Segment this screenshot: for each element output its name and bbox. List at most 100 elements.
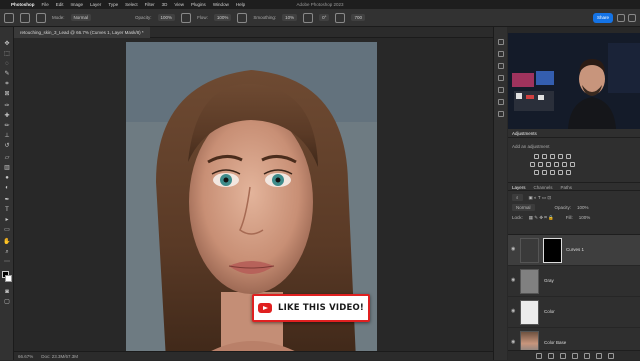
- frame-tool-icon[interactable]: ⊠: [3, 91, 11, 98]
- menu-3d[interactable]: 3D: [162, 0, 168, 9]
- gradient-tool-icon[interactable]: ▥: [3, 165, 11, 172]
- channel-mixer-icon[interactable]: [562, 162, 567, 167]
- pressure-size-icon[interactable]: [335, 12, 346, 23]
- smoothing-field[interactable]: 10%: [282, 14, 298, 21]
- lock-icons[interactable]: ▦ ✎ ✥ ⌗ 🔒: [529, 215, 554, 221]
- clone-stamp-tool-icon[interactable]: ⊥: [3, 133, 11, 140]
- pressure-opacity-icon[interactable]: [181, 12, 192, 23]
- menu-plugins[interactable]: Plugins: [191, 0, 206, 9]
- menu-edit[interactable]: Edit: [56, 0, 64, 9]
- lasso-tool-icon[interactable]: ◌: [3, 61, 11, 68]
- vibrance-icon[interactable]: [566, 154, 571, 159]
- share-button[interactable]: Share: [593, 13, 613, 23]
- healing-brush-tool-icon[interactable]: ✚: [3, 113, 11, 120]
- mode-select[interactable]: Normal: [70, 14, 92, 21]
- invert-icon[interactable]: [534, 170, 539, 175]
- new-adjustment-icon[interactable]: [572, 353, 578, 359]
- layer-kind-filter[interactable]: ⌕: [512, 194, 523, 201]
- crop-tool-icon[interactable]: ⌗: [3, 81, 11, 88]
- tab-layers[interactable]: Layers: [512, 183, 526, 190]
- add-mask-icon[interactable]: [560, 353, 566, 359]
- document-tab[interactable]: retouching_skin_3_Lead @ 66.7% (Curves 1…: [14, 27, 150, 38]
- size-field[interactable]: 700: [351, 14, 365, 21]
- layer-row-curves[interactable]: ◉ Curves 1: [508, 235, 640, 266]
- color-lookup-icon[interactable]: [570, 162, 575, 167]
- brush-tool-icon-left[interactable]: ✏: [3, 123, 11, 130]
- paragraph-panel-icon[interactable]: [498, 111, 504, 117]
- selective-color-icon[interactable]: [566, 170, 571, 175]
- brush-preset-icon[interactable]: [36, 12, 46, 23]
- quick-select-tool-icon[interactable]: ✎: [3, 71, 11, 78]
- curves-icon[interactable]: [550, 154, 555, 159]
- threshold-icon[interactable]: [550, 170, 555, 175]
- swatches-panel-icon[interactable]: [498, 75, 504, 81]
- dodge-tool-icon[interactable]: ◐: [3, 185, 11, 192]
- history-panel-icon[interactable]: [498, 39, 504, 45]
- layer-mask-thumbnail[interactable]: [543, 238, 562, 263]
- filter-icons[interactable]: ▣ ◐ T ▭ ⊡: [529, 195, 552, 201]
- menu-filter[interactable]: Filter: [145, 0, 155, 9]
- flow-field[interactable]: 100%: [213, 14, 232, 21]
- layer-opacity-field[interactable]: 100%: [577, 205, 589, 210]
- black-white-icon[interactable]: [546, 162, 551, 167]
- blur-tool-icon[interactable]: ●: [3, 175, 11, 182]
- smoothing-settings-icon[interactable]: [303, 12, 314, 23]
- properties-panel-icon[interactable]: [498, 51, 504, 57]
- new-layer-icon[interactable]: [596, 353, 602, 359]
- menu-image[interactable]: Image: [71, 0, 84, 9]
- background-color-swatch[interactable]: [5, 275, 12, 282]
- marquee-tool-icon[interactable]: ⬚: [3, 51, 11, 58]
- menu-layer[interactable]: Layer: [90, 0, 101, 9]
- visibility-eye-icon[interactable]: ◉: [511, 309, 517, 314]
- type-tool-icon[interactable]: T: [3, 207, 11, 214]
- exposure-icon[interactable]: [558, 154, 563, 159]
- tab-channels[interactable]: Channels: [534, 183, 553, 190]
- menu-window[interactable]: Window: [213, 0, 229, 9]
- tab-paths[interactable]: Paths: [561, 183, 573, 190]
- color-panel-icon[interactable]: [498, 63, 504, 69]
- delete-layer-icon[interactable]: [608, 353, 614, 359]
- menu-view[interactable]: View: [174, 0, 184, 9]
- layer-style-icon[interactable]: [548, 353, 554, 359]
- levels-icon[interactable]: [542, 154, 547, 159]
- layer-row-gray[interactable]: ◉ Gray: [508, 266, 640, 297]
- posterize-icon[interactable]: [542, 170, 547, 175]
- brush-tool-icon[interactable]: [20, 12, 30, 23]
- new-group-icon[interactable]: [584, 353, 590, 359]
- zoom-tool-icon[interactable]: ⌕: [3, 249, 11, 256]
- menu-photoshop[interactable]: Photoshop: [11, 0, 35, 9]
- visibility-eye-icon[interactable]: ◉: [511, 340, 517, 345]
- airbrush-icon[interactable]: [237, 12, 248, 23]
- color-balance-icon[interactable]: [538, 162, 543, 167]
- menu-type[interactable]: Type: [108, 0, 118, 9]
- layer-row-color[interactable]: ◉ Color: [508, 297, 640, 328]
- search-icon[interactable]: [617, 14, 625, 22]
- photo-filter-icon[interactable]: [554, 162, 559, 167]
- workspace-icon[interactable]: [628, 14, 636, 22]
- fill-field[interactable]: 100%: [579, 215, 591, 220]
- link-layers-icon[interactable]: [536, 353, 542, 359]
- brightness-contrast-icon[interactable]: [534, 154, 539, 159]
- more-tools-icon[interactable]: ⋯: [3, 259, 11, 266]
- eraser-tool-icon[interactable]: ▱: [3, 155, 11, 162]
- move-tool-icon[interactable]: ✥: [3, 41, 11, 48]
- quick-mask-icon[interactable]: ◙: [3, 289, 11, 296]
- brushes-panel-icon[interactable]: [498, 87, 504, 93]
- blend-mode-select[interactable]: Normal: [512, 204, 535, 211]
- visibility-eye-icon[interactable]: ◉: [511, 278, 517, 283]
- path-select-tool-icon[interactable]: ▸: [3, 217, 11, 224]
- tab-adjustments[interactable]: Adjustments: [512, 129, 537, 137]
- history-brush-tool-icon[interactable]: ↺: [3, 143, 11, 150]
- visibility-eye-icon[interactable]: ◉: [511, 247, 517, 252]
- menu-select[interactable]: Select: [125, 0, 138, 9]
- character-panel-icon[interactable]: [498, 99, 504, 105]
- menu-help[interactable]: Help: [236, 0, 245, 9]
- eyedropper-tool-icon[interactable]: ✑: [3, 103, 11, 110]
- menu-file[interactable]: File: [42, 0, 49, 9]
- hand-tool-icon[interactable]: ✋: [3, 239, 11, 246]
- angle-field[interactable]: 0°: [319, 14, 330, 21]
- hue-saturation-icon[interactable]: [530, 162, 535, 167]
- shape-tool-icon[interactable]: ▭: [3, 227, 11, 234]
- zoom-level[interactable]: 66.67%: [18, 352, 33, 360]
- opacity-field[interactable]: 100%: [157, 14, 176, 21]
